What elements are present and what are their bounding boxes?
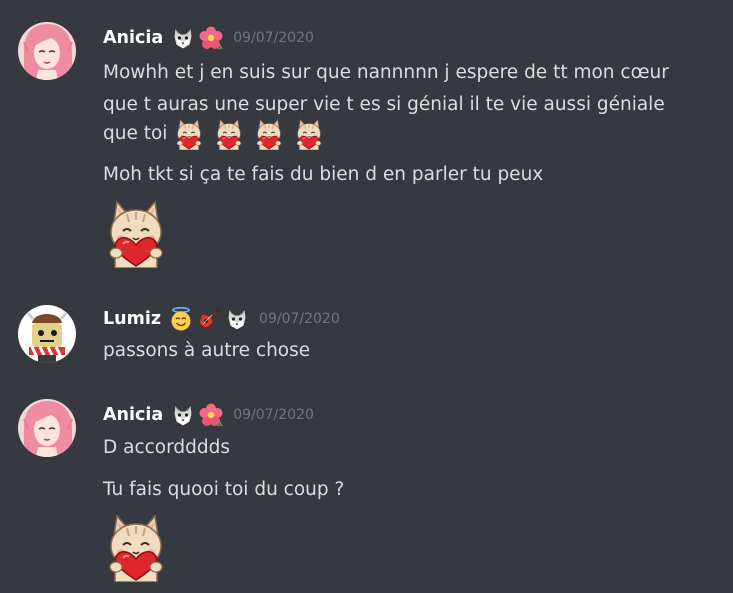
timestamp[interactable]: 09/07/2020 [259,311,340,327]
cat-heart-emoji[interactable] [103,198,169,268]
message-text: Moh tkt si ça te fais du bien d en parle… [103,164,544,185]
timestamp[interactable]: 09/07/2020 [233,407,314,423]
message-text: que t auras une super vie t es si génial… [103,94,665,115]
author-name[interactable]: Anicia [103,28,163,48]
cat-heart-emoji[interactable] [173,118,205,150]
flower-icon [199,403,223,427]
message-header: Anicia 09/07/2020 [103,26,314,50]
cat-heart-emoji[interactable] [293,118,325,150]
wolf-icon [171,26,195,50]
flower-icon [199,26,223,50]
guitar-icon [197,307,221,331]
message-text: Mowhh et j en suis sur que nannnnn j esp… [103,62,669,83]
timestamp[interactable]: 09/07/2020 [233,30,314,46]
author-badges [171,26,223,50]
avatar-anicia[interactable] [18,399,76,457]
author-badges [171,403,223,427]
cat-heart-emoji[interactable] [213,118,245,150]
author-name[interactable]: Lumiz [103,309,161,329]
message-text: D accordddds [103,437,231,458]
cat-heart-emoji[interactable] [253,118,285,150]
message-text-line: que toi [103,118,327,150]
author-name[interactable]: Anicia [103,405,163,425]
message-text: Tu fais quooi toi du coup ? [103,479,345,500]
author-badges [169,307,249,331]
avatar-lumiz[interactable] [18,305,76,363]
message-text: passons à autre chose [103,340,311,361]
message-text: que toi [103,123,168,144]
wolf-icon [171,403,195,427]
message-header: Lumiz 09/07/2020 [103,307,340,331]
cat-heart-emoji[interactable] [103,512,169,582]
angel-emoji-icon [169,307,193,331]
message-header: Anicia 09/07/2020 [103,403,314,427]
avatar-anicia[interactable] [18,22,76,80]
wolf-icon [225,307,249,331]
